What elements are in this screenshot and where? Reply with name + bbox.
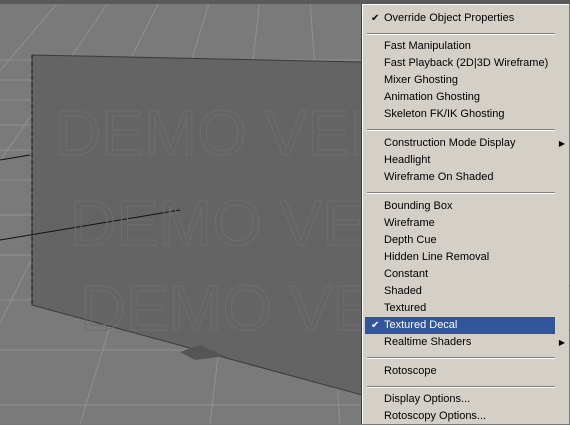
menu-item-label: Fast Playback (2D|3D Wireframe) bbox=[384, 57, 549, 69]
menu-item-label: Textured Decal bbox=[384, 319, 458, 331]
menu-item-depth-cue[interactable]: Depth Cue bbox=[365, 232, 555, 249]
menu-item-constant[interactable]: Constant bbox=[365, 266, 555, 283]
menu-item-hidden-line-removal[interactable]: Hidden Line Removal bbox=[365, 249, 555, 266]
menu-item-label: Bounding Box bbox=[384, 200, 453, 212]
menu-item-label: Wireframe bbox=[384, 217, 435, 229]
menu-item-skeleton-fkik-ghosting[interactable]: Skeleton FK/IK Ghosting bbox=[365, 106, 555, 123]
menu-separator bbox=[367, 357, 555, 359]
menu-item-mixer-ghosting[interactable]: Mixer Ghosting bbox=[365, 72, 555, 89]
menu-item-textured[interactable]: Textured bbox=[365, 300, 555, 317]
menu-item-label: Skeleton FK/IK Ghosting bbox=[384, 108, 505, 120]
submenu-arrow-icon: ▶ bbox=[558, 338, 565, 347]
menu-item-label: Hidden Line Removal bbox=[384, 251, 490, 263]
menu-item-bounding-box[interactable]: Bounding Box bbox=[365, 198, 555, 215]
menu-item-label: Depth Cue bbox=[384, 234, 437, 246]
menu-item-label: Textured bbox=[384, 302, 427, 314]
menu-item-label: Realtime Shaders bbox=[384, 336, 472, 348]
check-icon: ✔ bbox=[371, 320, 380, 331]
menu-item-label: Animation Ghosting bbox=[384, 91, 480, 103]
check-icon: ✔ bbox=[371, 13, 380, 24]
menu-item-animation-ghosting[interactable]: Animation Ghosting bbox=[365, 89, 555, 106]
menu-separator bbox=[367, 33, 555, 35]
menu-item-label: Headlight bbox=[384, 154, 431, 166]
menu-item-label: Construction Mode Display bbox=[384, 137, 516, 149]
menu-separator bbox=[367, 192, 555, 194]
menu-item-wireframe-on-shaded[interactable]: Wireframe On Shaded bbox=[365, 169, 555, 186]
menu-item-label: Fast Manipulation bbox=[384, 40, 471, 52]
menu-item-label: Display Options... bbox=[384, 393, 471, 405]
menu-item-label: Mixer Ghosting bbox=[384, 74, 458, 86]
menu-item-shaded[interactable]: Shaded bbox=[365, 283, 555, 300]
menu-item-realtime-shaders[interactable]: Realtime Shaders ▶ bbox=[365, 334, 565, 351]
menu-item-fast-manipulation[interactable]: Fast Manipulation bbox=[365, 38, 555, 55]
menu-separator bbox=[367, 386, 555, 388]
display-context-menu: ✔ Override Object Properties Fast Manipu… bbox=[362, 4, 569, 424]
menu-item-label: Wireframe On Shaded bbox=[384, 171, 494, 183]
menu-item-fast-playback[interactable]: Fast Playback (2D|3D Wireframe) bbox=[365, 55, 555, 72]
submenu-arrow-icon: ▶ bbox=[558, 139, 565, 148]
menu-item-rotoscopy-options[interactable]: Rotoscopy Options... bbox=[365, 408, 555, 425]
menu-item-label: Rotoscopy Options... bbox=[384, 410, 487, 422]
menu-item-label: Shaded bbox=[384, 285, 422, 297]
menu-item-wireframe[interactable]: Wireframe bbox=[365, 215, 555, 232]
menu-item-label: Override Object Properties bbox=[384, 12, 515, 24]
menu-separator bbox=[367, 129, 555, 131]
menu-item-rotoscope[interactable]: Rotoscope bbox=[365, 363, 555, 380]
menu-item-label: Constant bbox=[384, 268, 429, 280]
menu-item-label: Rotoscope bbox=[384, 365, 437, 377]
menu-item-construction-mode-display[interactable]: Construction Mode Display ▶ bbox=[365, 135, 565, 152]
menu-item-override-object-properties[interactable]: ✔ Override Object Properties bbox=[365, 10, 555, 27]
menu-item-headlight[interactable]: Headlight bbox=[365, 152, 555, 169]
menu-item-display-options[interactable]: Display Options... bbox=[365, 391, 555, 408]
menu-item-textured-decal[interactable]: ✔ Textured Decal bbox=[365, 317, 555, 334]
